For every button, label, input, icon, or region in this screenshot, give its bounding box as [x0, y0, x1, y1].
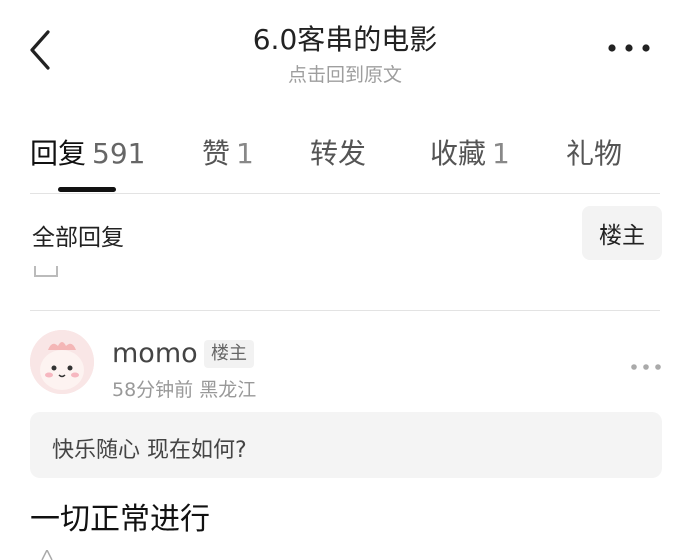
- tab-reposts[interactable]: 转发: [310, 132, 366, 172]
- more-icon[interactable]: [606, 40, 652, 56]
- tab-favorites-count: 1: [492, 137, 510, 170]
- all-replies-filter[interactable]: 全部回复: [32, 218, 124, 252]
- tab-likes[interactable]: 赞1: [202, 132, 254, 172]
- tab-replies-count: 591: [92, 137, 146, 170]
- op-badge: 楼主: [204, 340, 254, 368]
- tab-reposts-label: 转发: [310, 137, 367, 170]
- post-time: 58分钟前: [112, 379, 194, 401]
- partial-icon: [34, 266, 58, 277]
- quoted-reply[interactable]: 快乐随心 现在如何?: [30, 412, 662, 478]
- tab-likes-count: 1: [236, 137, 254, 170]
- post-more-icon[interactable]: [630, 362, 662, 372]
- tab-favorites[interactable]: 收藏 1: [430, 132, 510, 172]
- tab-favorites-label: 收藏: [430, 137, 487, 170]
- tab-likes-label: 赞: [202, 137, 231, 170]
- page-title: 6.0客串的电影: [252, 23, 438, 56]
- post-meta: 58分钟前 黑龙江: [112, 375, 256, 402]
- active-tab-indicator: [58, 187, 116, 192]
- tab-gifts[interactable]: 礼物: [566, 132, 622, 172]
- quoted-reply-text: 快乐随心 现在如何?: [52, 438, 247, 463]
- section-divider: [30, 310, 660, 311]
- tabs-divider: [30, 193, 660, 194]
- reply-content: 一切正常进行: [30, 502, 210, 537]
- op-only-button[interactable]: 楼主: [582, 206, 662, 260]
- username[interactable]: momo: [112, 338, 198, 369]
- partial-action-icon: [41, 550, 53, 560]
- avatar-illustration: [30, 330, 94, 394]
- tab-replies-label: 回复: [30, 137, 87, 170]
- tab-gifts-label: 礼物: [566, 137, 623, 170]
- tab-replies[interactable]: 回复 591: [30, 132, 145, 172]
- avatar[interactable]: [30, 330, 94, 394]
- post-location: 黑龙江: [199, 379, 257, 401]
- back-to-original-link[interactable]: 点击回到原文: [0, 60, 690, 87]
